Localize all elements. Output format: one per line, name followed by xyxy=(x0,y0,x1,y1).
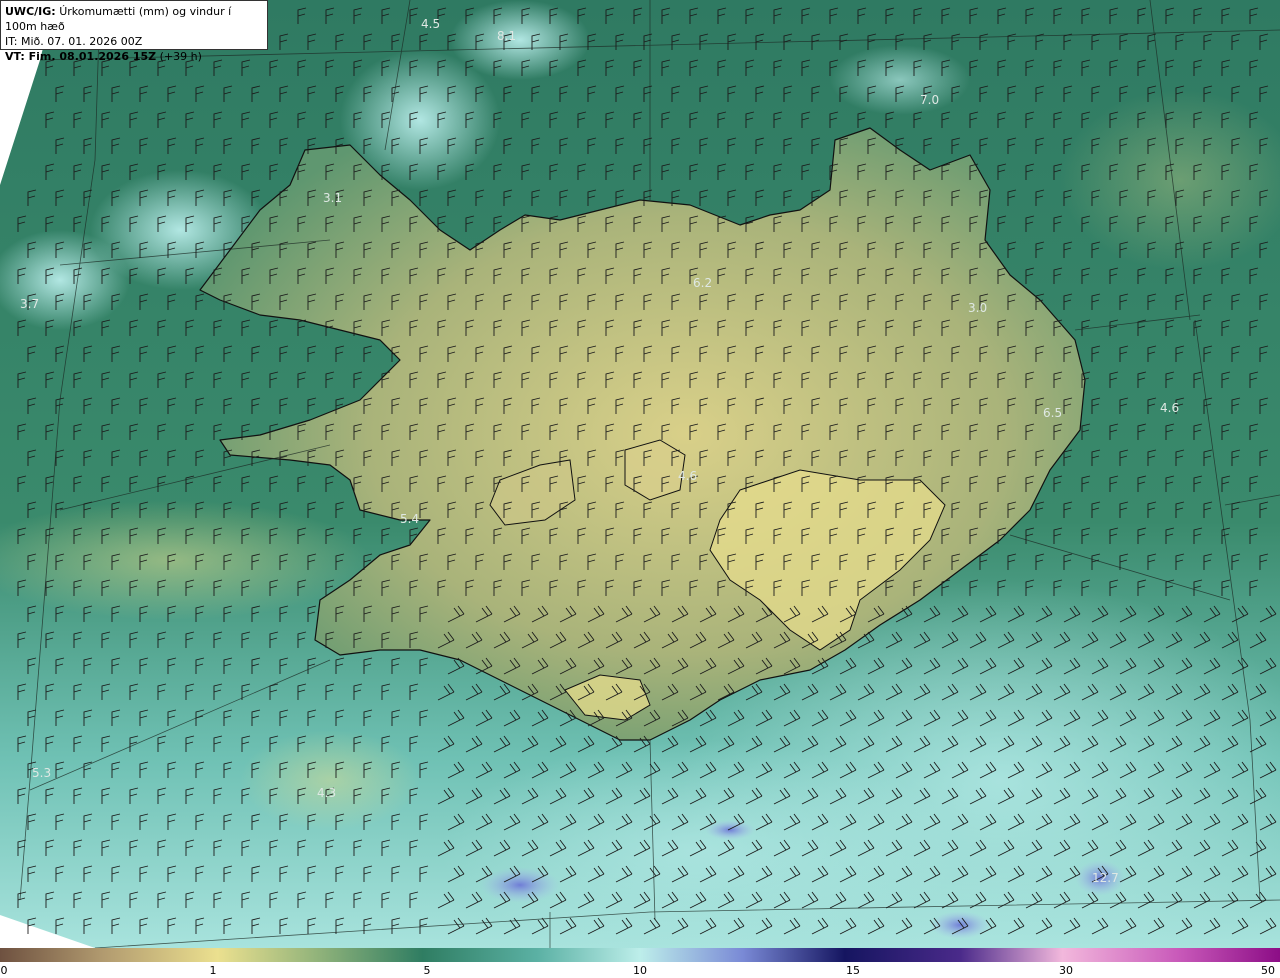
colorbar-tick: 10 xyxy=(633,964,647,977)
model-label: UWC/IG: xyxy=(5,5,56,18)
colorbar-tick: 15 xyxy=(846,964,860,977)
map-value: 3.1 xyxy=(323,191,342,205)
map-value: 7.0 xyxy=(920,93,939,107)
colorbar-tick: 50 xyxy=(1261,964,1275,977)
map-value: 4.6 xyxy=(1160,401,1179,415)
map-value: 3.0 xyxy=(968,301,987,315)
map-value: 6.5 xyxy=(1043,406,1062,420)
map-value: 5.3 xyxy=(32,766,51,780)
title-line: UWC/IG: Úrkomumætti (mm) og vindur í 100… xyxy=(5,4,263,34)
colorbar-tick: 30 xyxy=(1059,964,1073,977)
map-value: 3.7 xyxy=(20,297,39,311)
valid-time: VT: Fim. 08.01.2026 15Z xyxy=(5,50,157,63)
map-value: 4.6 xyxy=(678,469,697,483)
map-value: 12.7 xyxy=(1092,871,1119,885)
map-value: 4.3 xyxy=(317,786,336,800)
colorbar-gradient xyxy=(0,948,1280,962)
info-box: UWC/IG: Úrkomumætti (mm) og vindur í 100… xyxy=(0,0,268,63)
map-value: 4.5 xyxy=(421,17,440,31)
init-time: IT: Mið. 07. 01. 2026 00Z xyxy=(5,35,143,48)
colorbar: 0 1 5 10 15 30 50 xyxy=(0,948,1280,978)
colorbar-tick: 0 xyxy=(0,964,8,977)
valid-time-line: VT: Fim. 08.01.2026 15Z (+39 h) xyxy=(5,49,263,64)
map-value: 8.1 xyxy=(497,29,516,43)
lead-time: (+39 h) xyxy=(159,50,202,63)
colorbar-tick: 1 xyxy=(209,964,217,977)
map-value: 5.4 xyxy=(400,512,419,526)
colorbar-tick: 5 xyxy=(423,964,431,977)
weather-map: 4.5 8.1 7.0 3.1 3.7 6.2 3.0 6.5 4.6 4.6 … xyxy=(0,0,1280,978)
map-value: 6.2 xyxy=(693,276,712,290)
